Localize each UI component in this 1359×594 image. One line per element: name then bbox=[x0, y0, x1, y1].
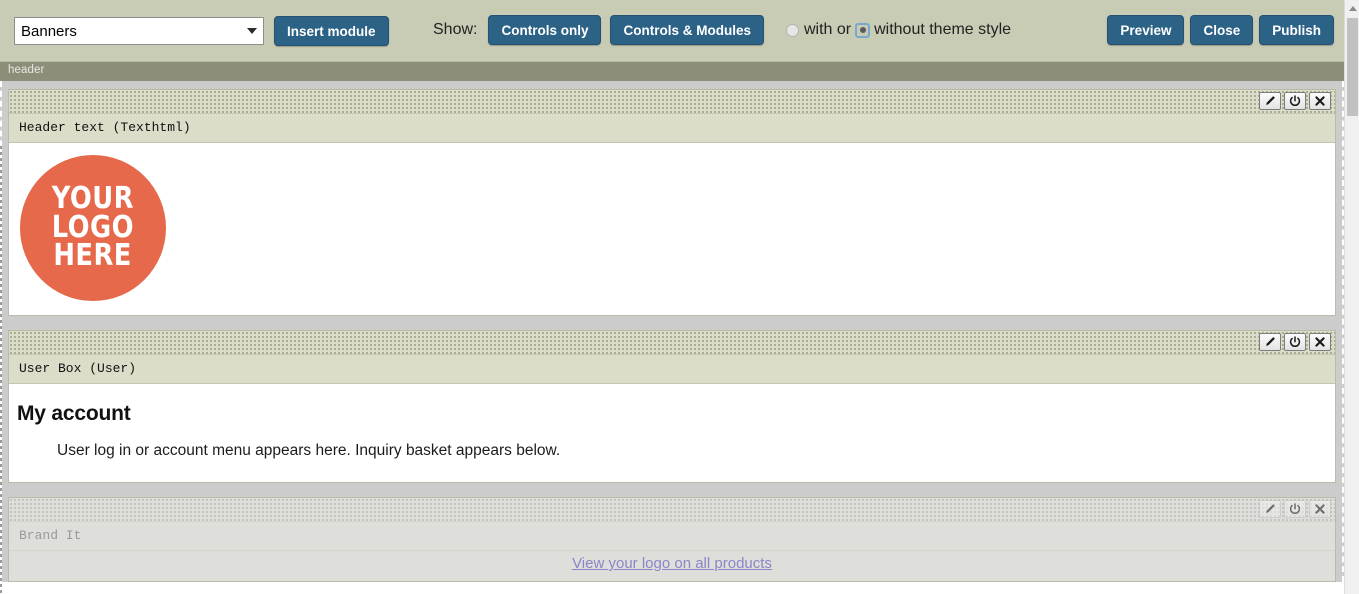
controls-only-button[interactable]: Controls only bbox=[488, 15, 602, 45]
radio-without-theme-style[interactable] bbox=[855, 22, 871, 38]
triangle-up-icon bbox=[1348, 5, 1357, 11]
pencil-icon bbox=[1266, 337, 1275, 346]
editor-toolbar: Banners Insert module Show: Controls onl… bbox=[0, 0, 1344, 62]
your-logo-here-placeholder: YOUR LOGO HERE bbox=[20, 155, 166, 301]
radio-with-theme-style-label: with or bbox=[803, 21, 852, 38]
power-icon bbox=[1289, 336, 1301, 347]
radio-without-theme-style-label: without theme style bbox=[874, 21, 1012, 38]
page-root: Banners Insert module Show: Controls onl… bbox=[0, 0, 1359, 594]
module-title: User Box (User) bbox=[9, 355, 1335, 384]
module-select[interactable]: Banners bbox=[14, 17, 264, 45]
remove-module-button[interactable] bbox=[1309, 333, 1331, 351]
module-drag-handle[interactable] bbox=[9, 498, 1335, 522]
module-drag-handle[interactable] bbox=[9, 331, 1335, 355]
zone-label-header: header bbox=[0, 62, 1344, 81]
power-icon bbox=[1289, 503, 1301, 514]
edit-module-button[interactable] bbox=[1259, 92, 1281, 110]
edit-module-button[interactable] bbox=[1259, 333, 1281, 351]
preview-button[interactable]: Preview bbox=[1107, 15, 1185, 45]
chevron-down-icon bbox=[247, 28, 257, 34]
module-content: YOUR LOGO HERE bbox=[9, 143, 1335, 315]
my-account-description: User log in or account menu appears here… bbox=[57, 442, 561, 459]
power-icon bbox=[1289, 95, 1301, 106]
module-content: View your logo on all products bbox=[9, 551, 1335, 581]
my-account-heading: My account bbox=[17, 402, 131, 425]
publish-button[interactable]: Publish bbox=[1259, 15, 1334, 45]
theme-style-radio-group: with or without theme style bbox=[785, 21, 1012, 39]
module-controls bbox=[1259, 500, 1331, 518]
toggle-module-button[interactable] bbox=[1284, 333, 1306, 351]
view-logo-on-products-link[interactable]: View your logo on all products bbox=[572, 555, 772, 572]
remove-module-button[interactable] bbox=[1309, 92, 1331, 110]
logo-wrapper: YOUR LOGO HERE bbox=[9, 143, 1335, 315]
toolbar-right-group: Preview Close Publish bbox=[1107, 15, 1334, 45]
module-content: My account User log in or account menu a… bbox=[9, 384, 1335, 482]
show-label: Show: bbox=[433, 21, 478, 38]
module-drag-handle[interactable] bbox=[9, 90, 1335, 114]
insert-module-button[interactable]: Insert module bbox=[274, 16, 389, 46]
module-brand-it: Brand It View your logo on all products bbox=[8, 497, 1336, 582]
module-header-text: Header text (Texthtml) YOUR LOGO HERE bbox=[8, 89, 1336, 316]
zone-body-header: Header text (Texthtml) YOUR LOGO HERE Us… bbox=[0, 81, 1344, 582]
scrollbar-thumb[interactable] bbox=[1347, 18, 1358, 116]
vertical-scrollbar[interactable] bbox=[1344, 0, 1359, 594]
toggle-module-button[interactable] bbox=[1284, 500, 1306, 518]
module-title: Brand It bbox=[9, 522, 1335, 551]
page-canvas: header Header text (Texthtml) YOUR LOGO … bbox=[0, 62, 1344, 594]
logo-line-3: HERE bbox=[53, 238, 133, 274]
toggle-module-button[interactable] bbox=[1284, 92, 1306, 110]
close-x-icon bbox=[1315, 504, 1325, 514]
close-x-icon bbox=[1315, 337, 1325, 347]
remove-module-button[interactable] bbox=[1309, 500, 1331, 518]
edit-module-button[interactable] bbox=[1259, 500, 1281, 518]
module-controls bbox=[1259, 92, 1331, 110]
module-user-box: User Box (User) My account User log in o… bbox=[8, 330, 1336, 483]
toolbar-show-group: Show: Controls only Controls & Modules w… bbox=[433, 15, 1011, 45]
pencil-icon bbox=[1266, 96, 1275, 105]
pencil-icon bbox=[1266, 504, 1275, 513]
radio-with-theme-style[interactable] bbox=[785, 23, 799, 37]
module-select-value: Banners bbox=[21, 22, 77, 40]
module-title: Header text (Texthtml) bbox=[9, 114, 1335, 143]
close-x-icon bbox=[1315, 96, 1325, 106]
close-button[interactable]: Close bbox=[1190, 15, 1254, 45]
canvas-left-edge bbox=[0, 143, 2, 594]
module-controls bbox=[1259, 333, 1331, 351]
scroll-up-button[interactable] bbox=[1345, 0, 1359, 16]
toolbar-left-group: Banners Insert module bbox=[14, 16, 389, 46]
controls-and-modules-button[interactable]: Controls & Modules bbox=[610, 15, 764, 45]
